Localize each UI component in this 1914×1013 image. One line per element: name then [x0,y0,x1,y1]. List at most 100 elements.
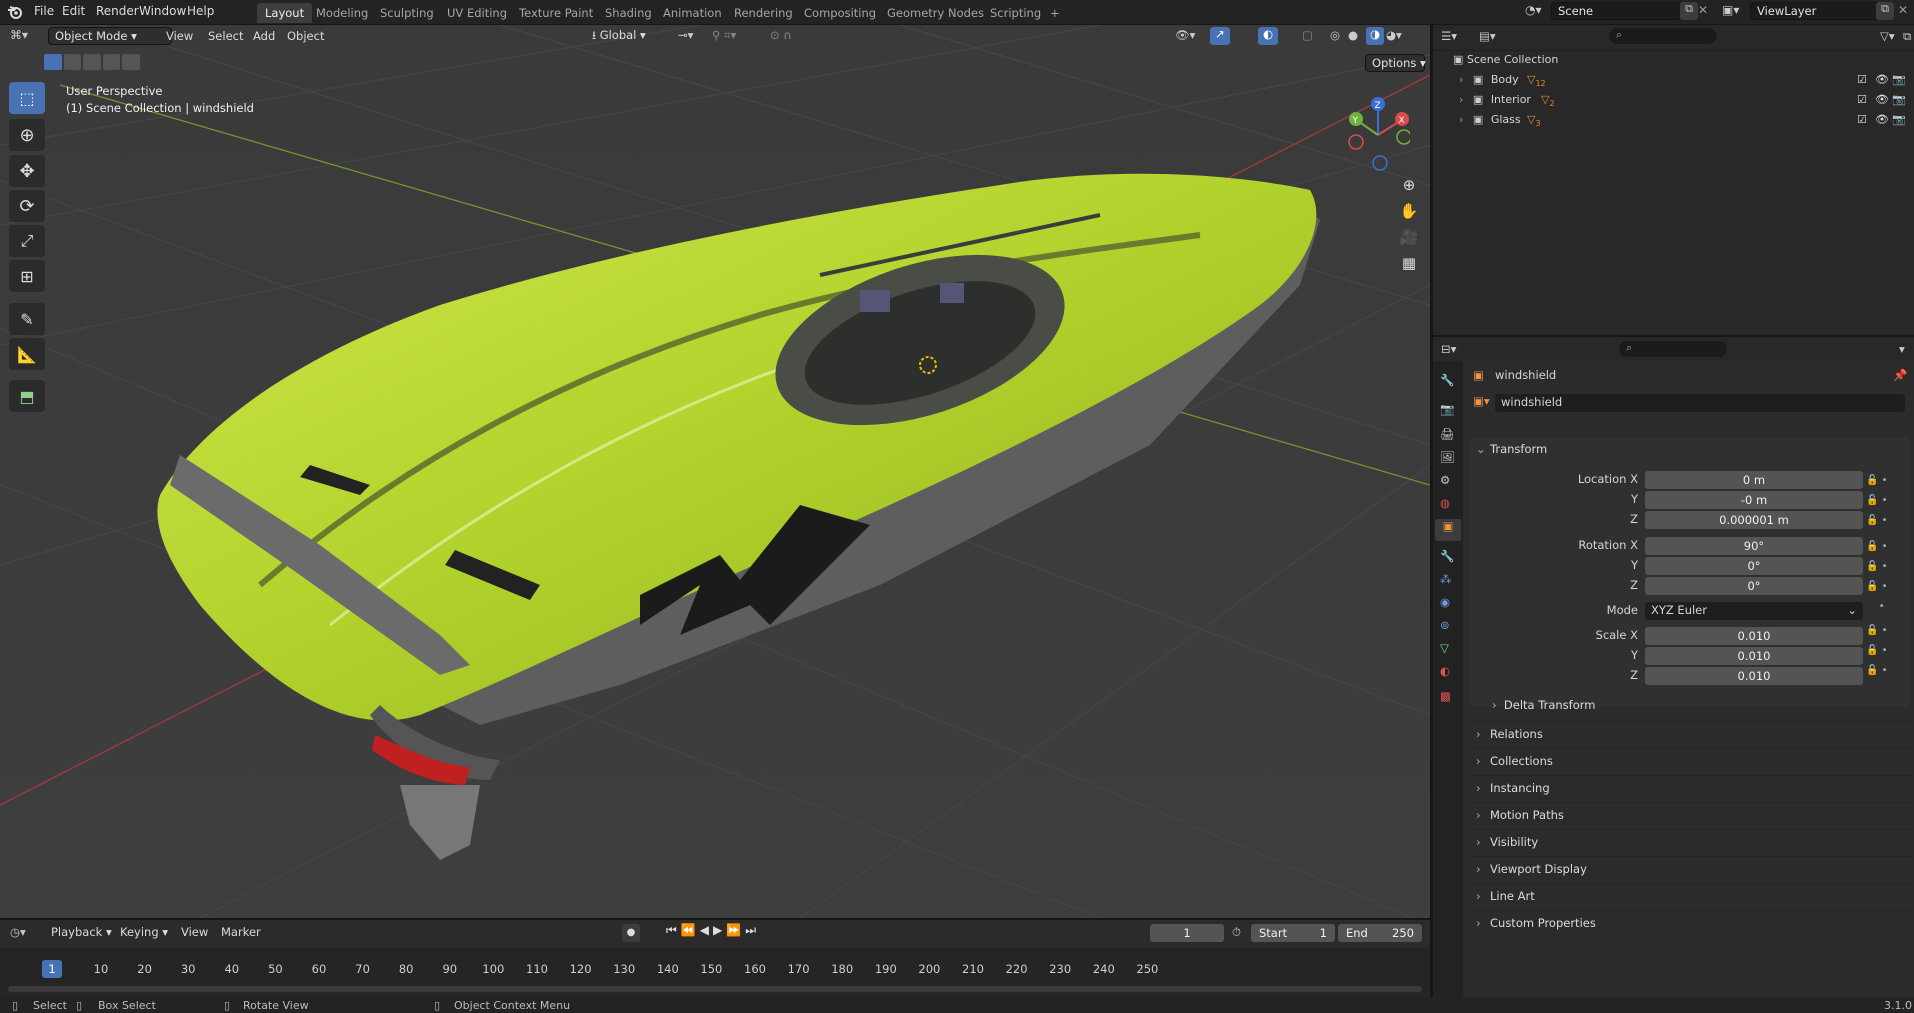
object-tab-icon[interactable]: ▣ [1435,519,1461,541]
camera-view-icon[interactable]: 🎥 [1396,224,1422,250]
exclude-checkbox[interactable]: ☑ [1857,93,1867,106]
prev-keyframe-icon[interactable]: ⏪ [681,923,700,937]
scene-tab-icon[interactable]: ⚙ [1440,473,1450,487]
navigation-gizmo[interactable]: Z X Y [1340,85,1410,185]
transform-panel-header[interactable]: ⌄ Transform [1470,437,1910,461]
zoom-icon[interactable]: ⊕ [1396,172,1422,198]
lock-icon[interactable]: 🔓 • [1866,511,1906,531]
visibility-icon[interactable]: 👁▾ [1175,28,1195,42]
location-z-field[interactable]: 0.000001 m [1645,511,1863,529]
outliner-editor-icon[interactable]: ☰▾ [1441,29,1457,43]
menu-edit[interactable]: Edit [62,4,85,18]
menu-render[interactable]: Render [96,4,139,18]
play-icon[interactable]: ▶ [713,923,726,937]
outliner-search-input[interactable]: ⌕ [1609,28,1717,44]
menu-help[interactable]: Help [187,4,214,18]
panel-instancing[interactable]: › Instancing [1470,775,1910,799]
shading-wireframe-icon[interactable]: ◎ [1330,28,1340,42]
lock-icon[interactable]: 🔓 • [1866,557,1906,577]
viewport-menu-view[interactable]: View [166,29,193,43]
shading-material-icon[interactable]: ◑ [1366,27,1384,45]
scale-x-field[interactable]: 0.010 [1645,627,1863,645]
shading-rendered-icon[interactable]: ◕▾ [1386,28,1402,42]
playback-controls[interactable]: ⏮⏪◀▶⏩⏭ [666,923,760,938]
start-frame-field[interactable]: Start 1 [1251,924,1335,942]
tab-compositing[interactable]: Compositing [796,3,884,23]
timer-icon[interactable]: ⏱ [1232,925,1241,940]
eye-icon[interactable]: 👁 [1875,73,1889,86]
outliner-row-interior[interactable]: › ▣ Interior ▽2 ☑ 👁 📷 [1459,93,1909,111]
display-mode-icon[interactable]: ▤▾ [1479,29,1496,43]
overlay-toggle-icon[interactable]: ◐ [1258,27,1278,45]
snap-icon[interactable]: ⚲ ⌗▾ [712,28,736,43]
viewport-menu-select[interactable]: Select [208,29,243,43]
filter-icon[interactable]: ▽▾ [1880,29,1895,43]
camera-render-icon[interactable]: 📷 [1892,93,1906,106]
outliner-row-body[interactable]: › ▣ Body ▽12 ☑ 👁 📷 [1459,73,1909,91]
expand-arrow-icon[interactable]: › [1459,93,1463,106]
expand-arrow-icon[interactable]: › [1459,113,1463,126]
tab-animation[interactable]: Animation [655,3,730,23]
end-frame-field[interactable]: End 250 [1338,924,1422,942]
3d-viewport[interactable]: ⌘▾ Object Mode ▾ View Select Add Object … [0,25,1430,918]
panel-motion-paths[interactable]: › Motion Paths [1470,802,1910,826]
timeline-menu-playback[interactable]: Playback ▾ [51,925,112,939]
lock-icon[interactable]: 🔓 • [1866,661,1906,681]
timeline-menu-view[interactable]: View [181,925,208,939]
rotation-z-field[interactable]: 0° [1645,577,1863,595]
panel-visibility[interactable]: › Visibility [1470,829,1910,853]
rotation-y-field[interactable]: 0° [1645,557,1863,575]
tool-add-cube[interactable]: ⬒ [9,380,45,412]
tool-tab-icon[interactable]: 🔧 [1440,373,1454,387]
output-tab-icon[interactable]: 🖨 [1440,427,1455,441]
menu-file[interactable]: File [34,4,54,18]
select-invert-icon[interactable] [102,54,121,70]
record-icon[interactable]: ● [622,924,640,942]
scene-selector[interactable]: Scene [1551,2,1681,20]
eye-icon[interactable]: 👁 [1875,113,1889,126]
panel-line-art[interactable]: › Line Art [1470,883,1910,907]
pin-icon[interactable]: 📌 [1893,368,1907,382]
editor-type-icon[interactable]: ⌘▾ [10,28,28,42]
proportional-edit-icon[interactable]: ⊙ ∩ [770,28,792,42]
panel-relations[interactable]: › Relations [1470,721,1910,745]
physics-tab-icon[interactable]: ◉ [1440,595,1450,609]
menu-window[interactable]: Window [139,4,186,18]
delta-transform-subpanel[interactable]: › Delta Transform [1492,698,1595,712]
modifier-tab-icon[interactable]: 🔧 [1440,549,1454,563]
xray-icon[interactable]: ▢ [1302,28,1313,42]
view-layer-tab-icon[interactable]: 🖼 [1440,450,1455,464]
keyframe-dot-icon[interactable]: • [1866,597,1906,617]
tool-move[interactable]: ✥ [9,155,45,187]
lock-icon[interactable]: 🔓 • [1866,621,1906,641]
location-x-field[interactable]: 0 m [1645,471,1863,489]
exclude-checkbox[interactable]: ☑ [1857,113,1867,126]
lock-icon[interactable]: 🔓 • [1866,491,1906,511]
object-datablock-icon[interactable]: ▣▾ [1473,394,1490,408]
eye-icon[interactable]: 👁 [1875,93,1889,106]
constraints-tab-icon[interactable]: ⊚ [1440,618,1450,632]
select-extend-icon[interactable] [63,54,82,70]
shading-solid-icon[interactable]: ● [1348,28,1358,42]
copy-viewlayer-icon[interactable]: ⧉ [1876,2,1894,20]
play-reverse-icon[interactable]: ◀ [700,923,713,937]
expand-arrow-icon[interactable]: › [1459,73,1463,86]
viewport-menu-object[interactable]: Object [287,29,324,43]
tab-scripting[interactable]: Scripting [982,3,1049,23]
tool-measure[interactable]: 📐 [9,338,45,370]
properties-search-input[interactable]: ⌕ [1619,341,1727,357]
tool-select-box[interactable]: ⬚ [9,82,45,114]
rotation-x-field[interactable]: 90° [1645,537,1863,555]
viewport-menu-add[interactable]: Add [253,29,275,43]
select-new-icon[interactable] [44,54,62,70]
mode-selector[interactable]: Object Mode ▾ [48,27,172,45]
lock-icon[interactable]: 🔓 • [1866,471,1906,491]
properties-editor-icon[interactable]: ⊟▾ [1441,342,1456,356]
options-button[interactable]: Options ▾ [1365,54,1426,72]
data-tab-icon[interactable]: ▽ [1440,641,1449,655]
scale-y-field[interactable]: 0.010 [1645,647,1863,665]
world-tab-icon[interactable]: ◍ [1440,496,1450,510]
camera-render-icon[interactable]: 📷 [1892,113,1906,126]
tool-scale[interactable]: ⤢ [9,225,45,257]
exclude-checkbox[interactable]: ☑ [1857,73,1867,86]
